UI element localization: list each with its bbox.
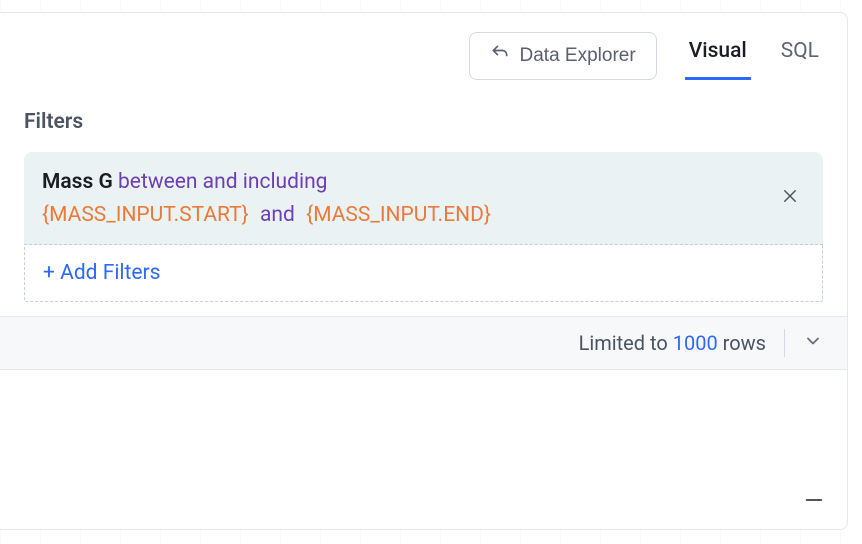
filters-heading: Filters xyxy=(24,110,823,134)
limit-expand-button[interactable] xyxy=(803,331,823,356)
remove-filter-button[interactable] xyxy=(775,179,805,218)
tab-visual-label: Visual xyxy=(689,39,747,63)
back-arrow-icon xyxy=(490,43,510,69)
tab-sql-label: SQL xyxy=(781,39,819,63)
panel-header: Data Explorer Visual SQL xyxy=(0,13,847,98)
view-mode-tabs: Visual SQL xyxy=(685,31,823,80)
filter-field-name: Mass G xyxy=(42,170,113,194)
collapse-panel-button[interactable] xyxy=(803,489,825,515)
chevron-down-icon xyxy=(803,331,823,356)
data-explorer-button[interactable]: Data Explorer xyxy=(469,32,657,80)
separator xyxy=(784,329,785,357)
tab-visual[interactable]: Visual xyxy=(685,31,751,80)
filters-section: Filters Mass G between and including {MA… xyxy=(0,98,847,529)
filter-param-end: {MASS_INPUT.END} xyxy=(306,203,491,227)
limit-suffix: rows xyxy=(723,331,766,355)
tab-sql[interactable]: SQL xyxy=(777,31,823,80)
row-limit-bar: Limited to 1000 rows xyxy=(0,316,847,370)
row-limit-text: Limited to 1000 rows xyxy=(579,331,766,355)
data-explorer-label: Data Explorer xyxy=(520,45,636,67)
filter-row[interactable]: Mass G between and including {MASS_INPUT… xyxy=(24,152,823,245)
filter-operator: between and including xyxy=(118,170,327,194)
limit-value: 1000 xyxy=(673,331,718,355)
filter-conjunction: and xyxy=(254,203,301,227)
filter-param-start: {MASS_INPUT.START} xyxy=(42,203,249,227)
minus-icon xyxy=(803,496,825,515)
limit-prefix: Limited to xyxy=(579,331,668,355)
add-filter-label: + Add Filters xyxy=(43,261,161,285)
query-panel: Data Explorer Visual SQL Filters Mass G … xyxy=(0,12,848,530)
add-filter-button[interactable]: + Add Filters xyxy=(24,244,823,302)
close-icon xyxy=(781,186,799,211)
filter-expression: Mass G between and including {MASS_INPUT… xyxy=(42,166,491,231)
